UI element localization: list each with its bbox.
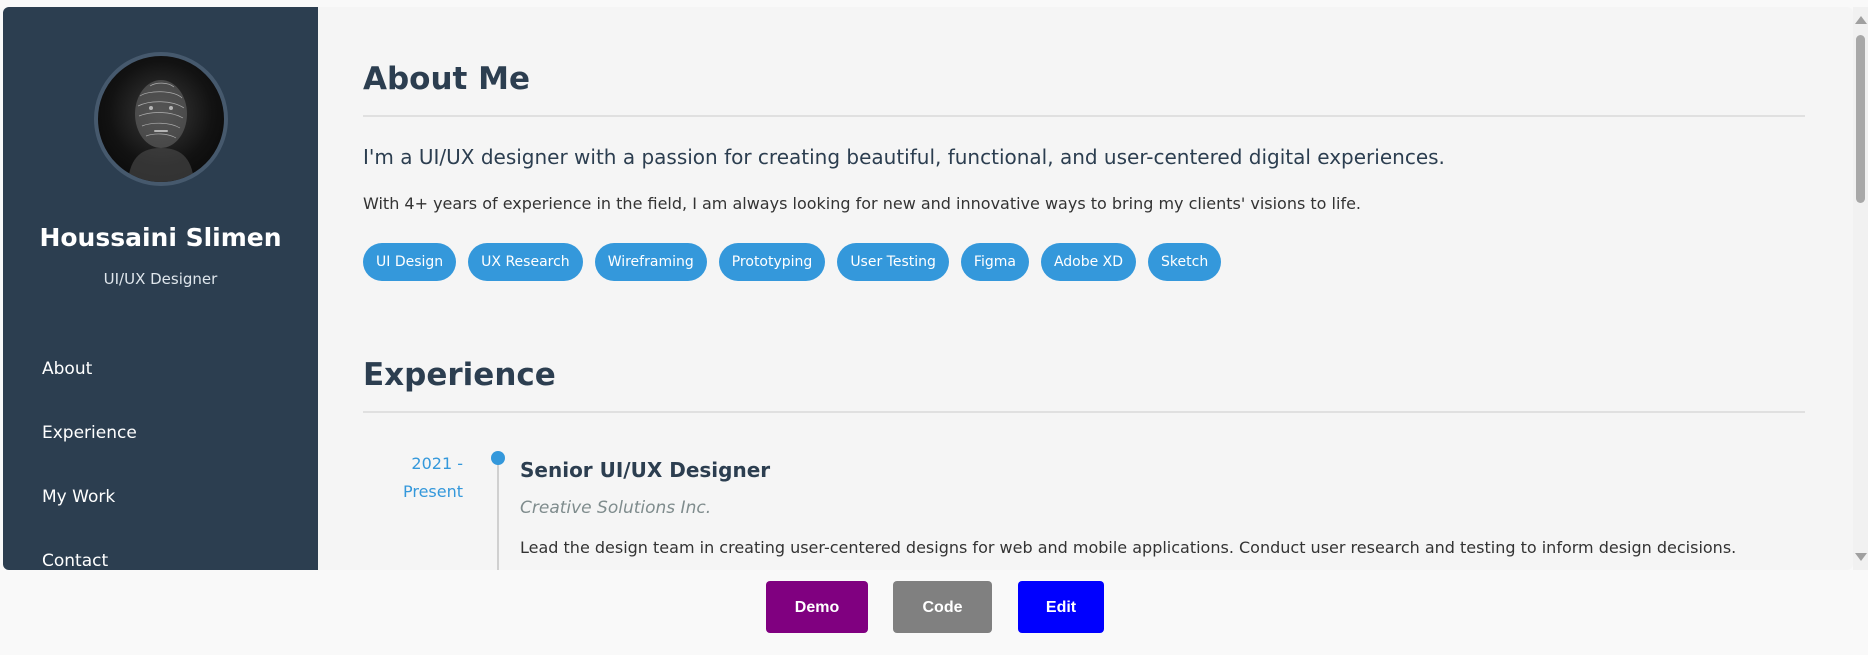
scrollbar-thumb[interactable] (1856, 35, 1865, 203)
skills-list: UI Design UX Research Wireframing Protot… (363, 243, 1222, 281)
edit-button[interactable]: Edit (1018, 581, 1104, 633)
scroll-down-arrow-icon[interactable] (1855, 553, 1867, 561)
profile-name: Houssaini Slimen (39, 223, 282, 252)
about-heading: About Me (363, 61, 531, 97)
skill-tag: UX Research (468, 243, 583, 281)
timeline-date-end: Present (402, 482, 463, 501)
profile-avatar (94, 52, 228, 186)
skill-tag: Figma (960, 243, 1029, 281)
profile-role: UI/UX Designer (103, 270, 218, 288)
about-divider (363, 115, 1805, 117)
about-paragraph: With 4+ years of experience in the field… (363, 194, 1361, 213)
experience-divider (363, 411, 1805, 413)
about-lead: I'm a UI/UX designer with a passion for … (363, 145, 1445, 169)
experience-heading: Experience (363, 357, 556, 393)
sidebar-nav: About Experience My Work Contact (3, 337, 318, 570)
nav-item-contact[interactable]: Contact (3, 529, 318, 570)
demo-button[interactable]: Demo (766, 581, 868, 633)
skill-tag: Sketch (1148, 243, 1222, 281)
timeline-date: 2021 - Present (373, 450, 463, 506)
job-description: Lead the design team in creating user-ce… (520, 538, 1737, 557)
timeline-line (497, 459, 499, 570)
job-title: Senior UI/UX Designer (520, 458, 771, 482)
job-company: Creative Solutions Inc. (520, 498, 712, 518)
skill-tag: Prototyping (718, 243, 826, 281)
skill-tag: User Testing (837, 243, 949, 281)
nav-item-about[interactable]: About (3, 337, 318, 401)
nav-item-experience[interactable]: Experience (3, 401, 318, 465)
skill-tag: Adobe XD (1040, 243, 1137, 281)
timeline-dot (491, 451, 505, 465)
vertical-scrollbar[interactable] (1853, 7, 1868, 570)
portfolio-preview-frame: Houssaini Slimen UI/UX Designer About Ex… (3, 7, 1853, 570)
nav-item-my-work[interactable]: My Work (3, 465, 318, 529)
skill-tag: Wireframing (594, 243, 707, 281)
sidebar: Houssaini Slimen UI/UX Designer About Ex… (3, 7, 318, 570)
timeline-date-start: 2021 - (411, 454, 463, 473)
scroll-up-arrow-icon[interactable] (1855, 16, 1867, 24)
code-button[interactable]: Code (893, 581, 992, 633)
skill-tag: UI Design (363, 243, 457, 281)
main-content: About Me I'm a UI/UX designer with a pas… (318, 7, 1853, 570)
